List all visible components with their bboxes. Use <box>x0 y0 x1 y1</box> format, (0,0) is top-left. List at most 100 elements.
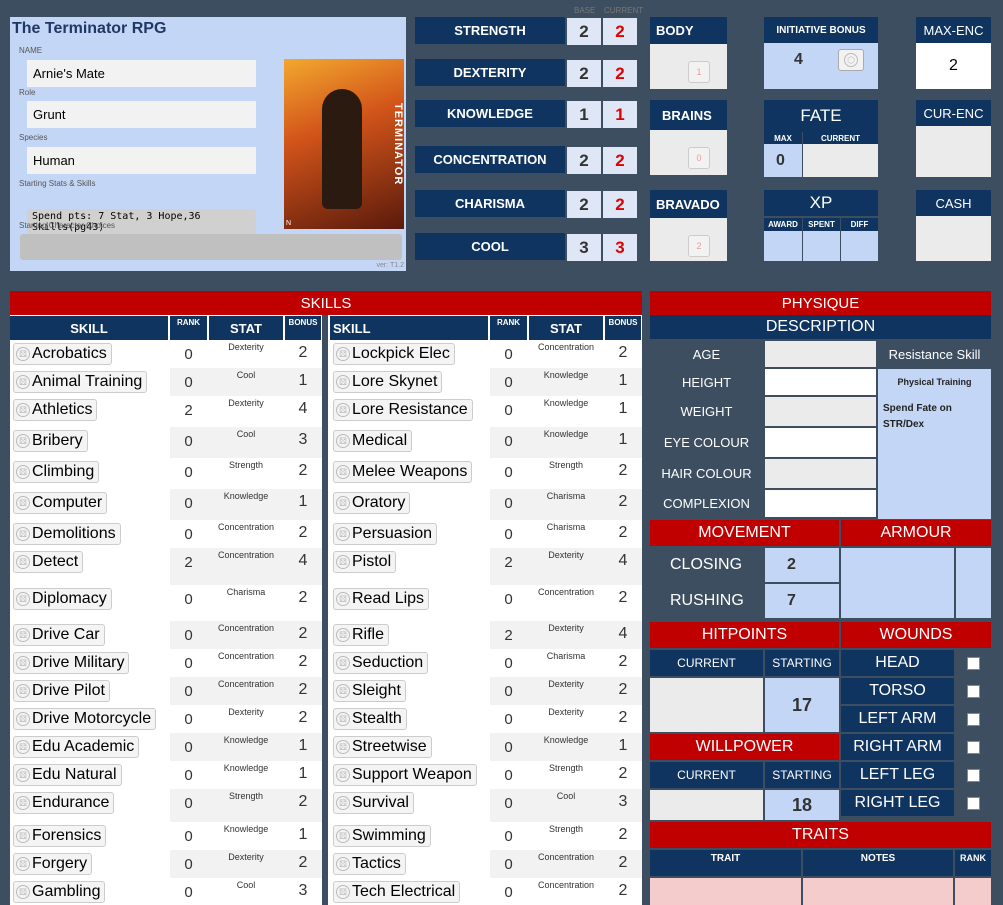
skill-swimming-button[interactable]: ⚄ Swimming <box>333 825 431 847</box>
bravado-value[interactable]: 2 <box>688 235 710 257</box>
xp-award[interactable] <box>764 231 802 261</box>
skill-rank[interactable]: 0 <box>170 374 207 391</box>
wound-right-leg-checkbox[interactable] <box>967 796 980 810</box>
skill-climbing-button[interactable]: ⚄ Climbing <box>13 461 100 483</box>
skill-rank[interactable]: 0 <box>490 591 527 608</box>
skill-detect-button[interactable]: ⚄ Detect <box>13 551 84 573</box>
stat-charisma-base[interactable]: 2 <box>567 191 601 218</box>
skill-sleight-button[interactable]: ⚄ Sleight <box>333 680 406 702</box>
skill-melee-weapons-button[interactable]: ⚄ Melee Weapons <box>333 461 473 483</box>
stat-dexterity-base[interactable]: 2 <box>567 60 601 87</box>
stat-cool-base[interactable]: 3 <box>567 234 601 261</box>
skill-lore-skynet-button[interactable]: ⚄ Lore Skynet <box>333 371 443 393</box>
skill-drive-military-button[interactable]: ⚄ Drive Military <box>13 652 130 674</box>
skill-lore-resistance-button[interactable]: ⚄ Lore Resistance <box>333 399 473 421</box>
skill-rank[interactable]: 2 <box>490 554 527 571</box>
skill-rank[interactable]: 0 <box>170 683 207 700</box>
hp-current[interactable] <box>650 678 763 732</box>
skill-animal-training-button[interactable]: ⚄ Animal Training <box>13 371 148 393</box>
role-field[interactable]: Grunt <box>27 101 256 128</box>
skill-rank[interactable]: 0 <box>170 884 207 901</box>
body-value[interactable]: 1 <box>688 61 710 83</box>
skill-drive-motorcycle-button[interactable]: ⚄ Drive Motorcycle <box>13 708 157 730</box>
skill-persuasion-button[interactable]: ⚄ Persuasion <box>333 523 438 545</box>
xp-spent[interactable] <box>803 231 840 261</box>
skill-rank[interactable]: 0 <box>490 856 527 873</box>
skill-rank[interactable]: 0 <box>490 464 527 481</box>
skill-tactics-button[interactable]: ⚄ Tactics <box>333 853 406 875</box>
skill-rank[interactable]: 0 <box>170 739 207 756</box>
skill-forgery-button[interactable]: ⚄ Forgery <box>13 853 93 875</box>
choices-field[interactable] <box>20 234 402 260</box>
skill-rank[interactable]: 0 <box>490 767 527 784</box>
stat-knowledge-base[interactable]: 1 <box>567 101 601 128</box>
skill-computer-button[interactable]: ⚄ Computer <box>13 492 108 514</box>
skill-rank[interactable]: 0 <box>170 711 207 728</box>
trait-cell[interactable] <box>650 878 801 905</box>
skill-rank[interactable]: 0 <box>490 795 527 812</box>
cash-value[interactable] <box>916 216 991 261</box>
species-field[interactable]: Human <box>27 147 256 174</box>
skill-gambling-button[interactable]: ⚄ Gambling <box>13 881 106 903</box>
skill-rank[interactable]: 0 <box>490 346 527 363</box>
skill-read-lips-button[interactable]: ⚄ Read Lips <box>333 588 430 610</box>
skill-rifle-button[interactable]: ⚄ Rifle <box>333 624 390 646</box>
skill-rank[interactable]: 2 <box>170 402 207 419</box>
skill-rank[interactable]: 0 <box>170 526 207 543</box>
physique-age-field[interactable] <box>765 341 876 367</box>
physique-height-field[interactable] <box>765 369 876 395</box>
wound-left-arm-checkbox[interactable] <box>967 712 980 726</box>
trait-rank-cell[interactable] <box>955 878 991 905</box>
skill-rank[interactable]: 0 <box>490 683 527 700</box>
wound-left-leg-checkbox[interactable] <box>967 768 980 782</box>
skill-rank[interactable]: 0 <box>490 433 527 450</box>
skill-seduction-button[interactable]: ⚄ Seduction <box>333 652 429 674</box>
skill-tech-electrical-button[interactable]: ⚄ Tech Electrical <box>333 881 461 903</box>
skill-diplomacy-button[interactable]: ⚄ Diplomacy <box>13 588 112 610</box>
skill-rank[interactable]: 0 <box>490 884 527 901</box>
skill-rank[interactable]: 0 <box>490 526 527 543</box>
skill-endurance-button[interactable]: ⚄ Endurance <box>13 792 115 814</box>
skill-rank[interactable]: 0 <box>490 739 527 756</box>
skill-survival-button[interactable]: ⚄ Survival <box>333 792 414 814</box>
armour-textarea[interactable] <box>841 548 954 618</box>
skill-athletics-button[interactable]: ⚄ Athletics <box>13 399 98 421</box>
physique-hair-colour-field[interactable] <box>765 459 876 488</box>
skill-rank[interactable]: 2 <box>170 554 207 571</box>
skill-oratory-button[interactable]: ⚄ Oratory <box>333 492 411 514</box>
fate-current[interactable] <box>803 144 878 177</box>
skill-lockpick-elec-button[interactable]: ⚄ Lockpick Elec <box>333 343 455 365</box>
skill-rank[interactable]: 0 <box>170 655 207 672</box>
skill-support-weapon-button[interactable]: ⚄ Support Weapon <box>333 764 477 786</box>
name-field[interactable]: Arnie's Mate <box>27 60 256 87</box>
skill-drive-pilot-button[interactable]: ⚄ Drive Pilot <box>13 680 110 702</box>
skill-acrobatics-button[interactable]: ⚄ Acrobatics <box>13 343 112 365</box>
skill-edu-natural-button[interactable]: ⚄ Edu Natural <box>13 764 122 786</box>
skill-rank[interactable]: 0 <box>490 828 527 845</box>
skill-rank[interactable]: 0 <box>170 591 207 608</box>
skill-drive-car-button[interactable]: ⚄ Drive Car <box>13 624 105 646</box>
skill-forensics-button[interactable]: ⚄ Forensics <box>13 825 107 847</box>
dice-button[interactable]: ⬡ <box>838 49 864 71</box>
wound-head-checkbox[interactable] <box>967 656 980 670</box>
stat-concentration-base[interactable]: 2 <box>567 147 601 174</box>
skill-rank[interactable]: 0 <box>170 433 207 450</box>
notes-cell[interactable] <box>803 878 953 905</box>
fate-max[interactable]: 0 <box>764 144 802 177</box>
wound-torso-checkbox[interactable] <box>967 684 980 698</box>
skill-rank[interactable]: 2 <box>490 627 527 644</box>
skill-rank[interactable]: 0 <box>170 767 207 784</box>
skill-edu-academic-button[interactable]: ⚄ Edu Academic <box>13 736 140 758</box>
skill-rank[interactable]: 0 <box>170 795 207 812</box>
skill-rank[interactable]: 0 <box>170 856 207 873</box>
skill-rank[interactable]: 0 <box>170 464 207 481</box>
skill-demolitions-button[interactable]: ⚄ Demolitions <box>13 523 121 545</box>
stat-strength-base[interactable]: 2 <box>567 18 601 45</box>
skill-rank[interactable]: 0 <box>490 495 527 512</box>
curenc-value[interactable] <box>916 126 991 177</box>
skill-pistol-button[interactable]: ⚄ Pistol <box>333 551 397 573</box>
brains-value[interactable]: 0 <box>688 147 710 169</box>
skill-rank[interactable]: 0 <box>490 402 527 419</box>
skill-rank[interactable]: 0 <box>170 627 207 644</box>
physique-complexion-field[interactable] <box>765 490 876 517</box>
